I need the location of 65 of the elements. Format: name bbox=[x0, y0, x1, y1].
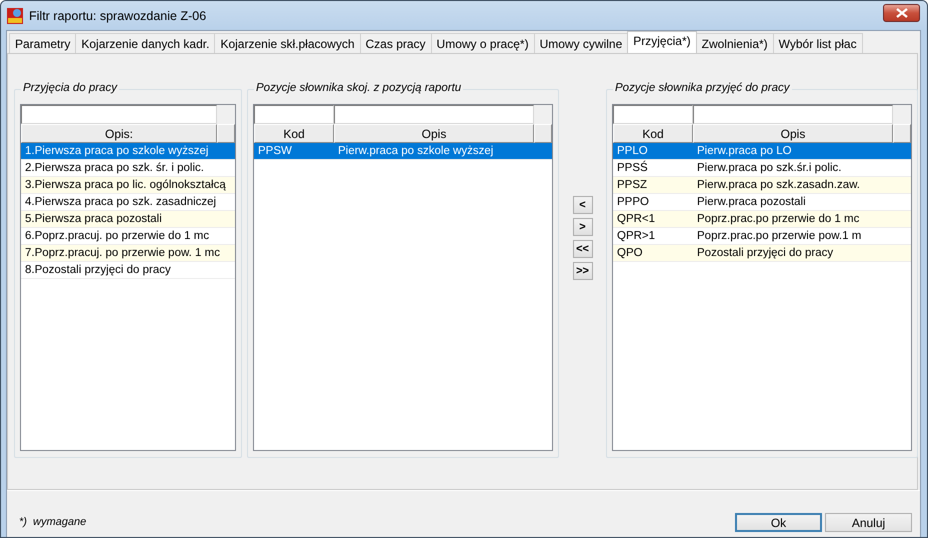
filter-field[interactable] bbox=[613, 105, 693, 124]
app-logo-icon bbox=[7, 8, 23, 24]
group-title: Pozycje słownika skoj. z pozycją raportu bbox=[254, 82, 464, 94]
table-cell-text: Pierw.praca po LO bbox=[696, 144, 793, 159]
group-title: Pozycje słownika przyjęć do pracy bbox=[613, 82, 792, 94]
list-row[interactable]: 2.Pierwsza praca po szk. śr. i polic. bbox=[21, 160, 235, 177]
column-header[interactable]: Opis: bbox=[21, 124, 217, 143]
transfer-button[interactable]: < bbox=[572, 196, 592, 214]
table-cell-text: Pierw.praca pozostali bbox=[696, 195, 807, 210]
table-cell-text: Poprz.prac.po przerwie do 1 mc bbox=[696, 212, 860, 227]
list-row[interactable]: QPO Pozostali przyjęci do pracy bbox=[613, 245, 911, 262]
table-cell-text: Poprz.prac.po przerwie pow.1 m bbox=[696, 229, 862, 244]
table-cell-text: Pierw.praca po szk.śr.i polic. bbox=[696, 161, 842, 176]
transfer-button[interactable]: << bbox=[572, 240, 592, 258]
column-header[interactable]: Kod bbox=[613, 124, 693, 143]
list-row[interactable]: PPLO Pierw.praca po LO bbox=[613, 143, 911, 160]
dialog-button[interactable]: Ok bbox=[735, 513, 822, 532]
group-title: Przyjęcia do pracy bbox=[21, 82, 119, 94]
table-cell-text: Pozostali przyjęci do pracy bbox=[696, 246, 834, 261]
tab[interactable]: Zwolnienia*) bbox=[696, 33, 774, 53]
transfer-button[interactable]: >> bbox=[572, 262, 592, 280]
tab[interactable]: Kojarzenie skł.płacowych bbox=[214, 33, 361, 53]
filter-field[interactable] bbox=[693, 105, 893, 124]
required-note: *) wymagane bbox=[19, 516, 88, 530]
close-button[interactable] bbox=[883, 4, 920, 22]
list-row[interactable]: 7.Poprz.pracuj. po przerwie pow. 1 mc bbox=[21, 245, 235, 262]
table-cell-text: Pierw.praca po szkole wyższej bbox=[337, 144, 494, 159]
tab[interactable]: Parametry bbox=[9, 33, 76, 53]
filter-field[interactable] bbox=[334, 105, 534, 124]
transfer-button[interactable]: > bbox=[572, 218, 592, 236]
table-cell-text: PPLO bbox=[616, 144, 649, 159]
table-cell-text: PPSZ bbox=[616, 178, 648, 193]
tab[interactable]: Kojarzenie danych kadr. bbox=[75, 33, 216, 53]
list-row[interactable]: 4.Pierwsza praca po szk. zasadniczej bbox=[21, 194, 235, 211]
list-row[interactable]: PPSŚ Pierw.praca po szk.śr.i polic. bbox=[613, 160, 911, 177]
list-row[interactable]: PPSW Pierw.praca po szkole wyższej bbox=[254, 143, 552, 160]
list-row[interactable]: 3.Pierwsza praca po lic. ogólnokształcą bbox=[21, 177, 235, 194]
tab[interactable]: Umowy o pracę*) bbox=[430, 33, 535, 53]
filter-field[interactable] bbox=[21, 105, 217, 124]
list-row[interactable]: 5.Pierwsza praca pozostali bbox=[21, 211, 235, 228]
list-row[interactable]: PPPO Pierw.praca pozostali bbox=[613, 194, 911, 211]
list-row[interactable]: QPR>1 Poprz.prac.po przerwie pow.1 m bbox=[613, 228, 911, 245]
list-row[interactable]: 1.Pierwsza praca po szkole wyższej bbox=[21, 143, 235, 160]
column-header[interactable]: Opis bbox=[693, 124, 893, 143]
window-title: Filtr raportu: sprawozdanie Z-06 bbox=[29, 8, 208, 22]
close-icon bbox=[896, 8, 908, 18]
tab[interactable]: Przyjęcia*) bbox=[627, 31, 697, 53]
table-cell-text: QPR<1 bbox=[616, 212, 656, 227]
table-cell-text: PPPO bbox=[616, 195, 650, 210]
tab[interactable]: Wybór list płac bbox=[772, 33, 863, 53]
tab[interactable]: Umowy cywilne bbox=[534, 33, 628, 53]
tab[interactable]: Czas pracy bbox=[360, 33, 432, 53]
table-cell-text: PPSW bbox=[257, 144, 293, 159]
column-header[interactable]: Kod bbox=[254, 124, 334, 143]
dialog-button[interactable]: Anuluj bbox=[825, 513, 912, 532]
list-row[interactable]: QPR<1 Poprz.prac.po przerwie do 1 mc bbox=[613, 211, 911, 228]
list-row[interactable]: 6.Poprz.pracuj. po przerwie do 1 mc bbox=[21, 228, 235, 245]
filter-field[interactable] bbox=[254, 105, 334, 124]
list-row[interactable]: 8.Pozostali przyjęci do pracy bbox=[21, 262, 235, 279]
column-header[interactable]: Opis bbox=[334, 124, 534, 143]
table-cell-text: QPO bbox=[616, 246, 644, 261]
list-row[interactable]: PPSZ Pierw.praca po szk.zasadn.zaw. bbox=[613, 177, 911, 194]
table-cell-text: PPSŚ bbox=[616, 160, 649, 176]
table-cell-text: Pierw.praca po szk.zasadn.zaw. bbox=[696, 178, 861, 193]
table-cell-text: QPR>1 bbox=[616, 229, 656, 244]
